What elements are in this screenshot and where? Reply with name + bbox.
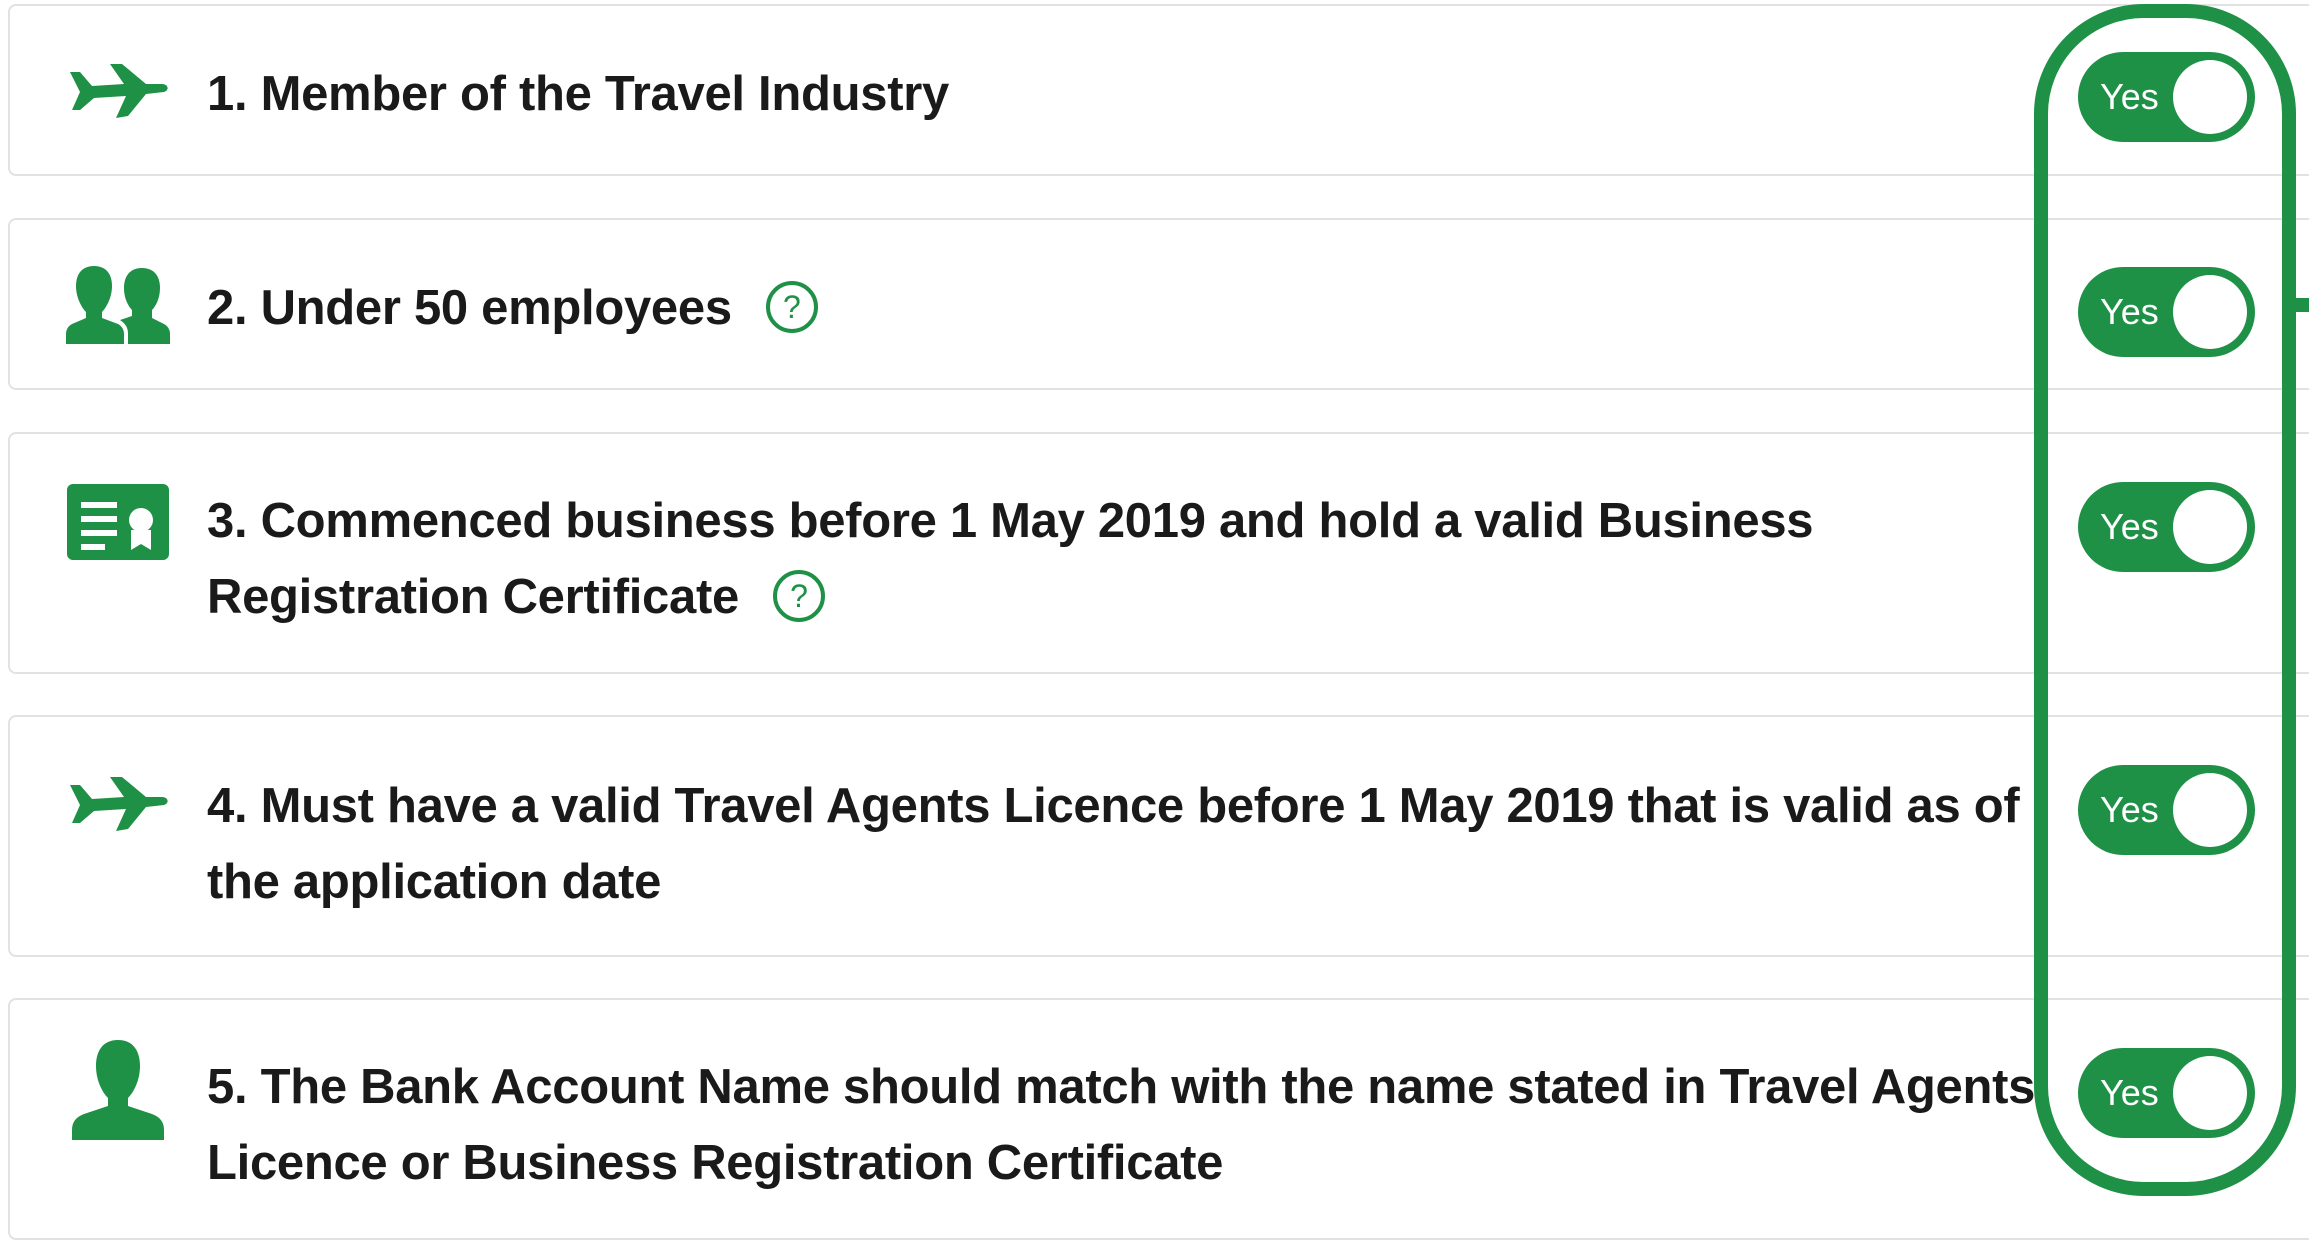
criterion-text-5: 5. The Bank Account Name should match wi… <box>207 1060 2036 1190</box>
toggle-knob <box>2173 275 2247 349</box>
airplane-icon <box>60 47 175 137</box>
airplane-icon <box>60 760 175 850</box>
toggle-label: Yes <box>2100 76 2159 117</box>
criterion-card-5: 5. The Bank Account Name should match wi… <box>8 998 2309 1240</box>
person-icon <box>60 1040 175 1140</box>
toggle-switch-4[interactable]: Yes <box>2078 765 2255 855</box>
toggle-switch-3[interactable]: Yes <box>2078 482 2255 572</box>
toggle-switch-2[interactable]: Yes <box>2078 267 2255 357</box>
toggle-label: Yes <box>2100 291 2159 332</box>
toggle-label: Yes <box>2100 789 2159 830</box>
toggle-knob <box>2173 773 2247 847</box>
help-icon[interactable]: ? <box>772 570 825 623</box>
certificate-icon <box>60 477 175 567</box>
criterion-text-3: 3. Commenced business before 1 May 2019 … <box>207 494 1814 624</box>
criterion-text-1: 1. Member of the Travel Industry <box>207 67 949 121</box>
toggle-knob <box>2173 1056 2247 1130</box>
toggle-knob <box>2173 490 2247 564</box>
criterion-card-3: 3. Commenced business before 1 May 2019 … <box>8 432 2309 674</box>
toggle-switch-5[interactable]: Yes <box>2078 1048 2255 1138</box>
criterion-card-4: 4. Must have a valid Travel Agents Licen… <box>8 715 2309 957</box>
criterion-text-4: 4. Must have a valid Travel Agents Licen… <box>207 779 2020 909</box>
highlight-connector <box>2296 298 2309 312</box>
toggle-switch-1[interactable]: Yes <box>2078 52 2255 142</box>
group-icon <box>60 260 175 350</box>
help-icon[interactable]: ? <box>765 281 818 334</box>
toggle-label: Yes <box>2100 506 2159 547</box>
criterion-card-2: 2. Under 50 employees? <box>8 218 2309 390</box>
criterion-card-1: 1. Member of the Travel Industry <box>8 4 2309 176</box>
toggle-label: Yes <box>2100 1072 2159 1113</box>
criterion-text-2: 2. Under 50 employees? <box>207 270 2047 346</box>
eligibility-checklist: 1. Member of the Travel Industry 2. Unde… <box>0 0 2309 1240</box>
toggle-knob <box>2173 60 2247 134</box>
